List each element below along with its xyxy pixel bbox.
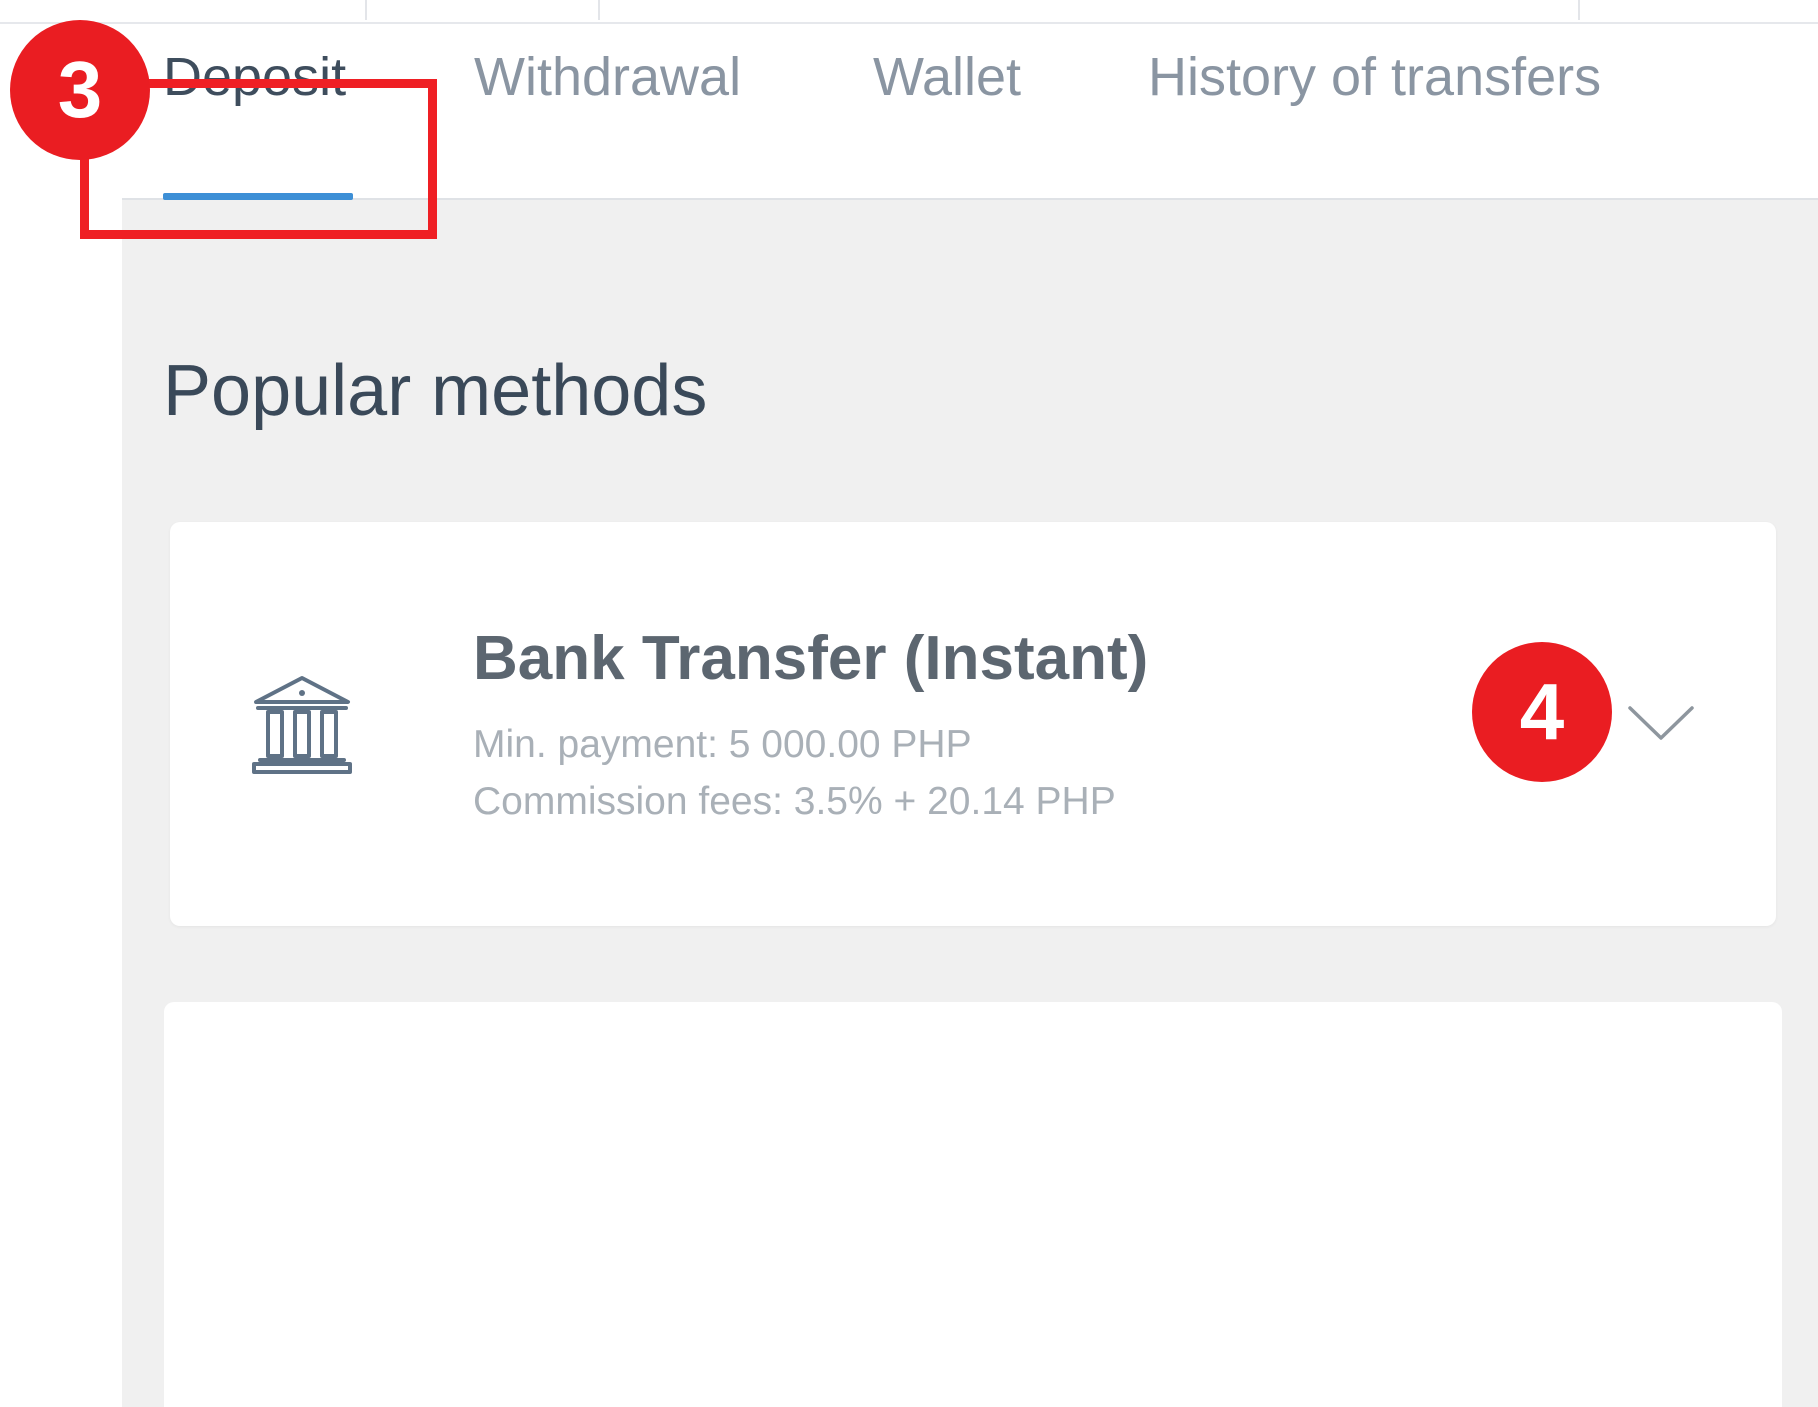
step-badge-3: 3: [10, 20, 150, 160]
top-divider: [365, 0, 367, 20]
deposit-page: Deposit Withdrawal Wallet History of tra…: [0, 0, 1818, 1407]
section-title: Popular methods: [163, 351, 708, 431]
tab-withdrawal[interactable]: Withdrawal: [474, 50, 741, 104]
tab-wallet[interactable]: Wallet: [873, 50, 1021, 104]
method-card-placeholder: [164, 1002, 1782, 1407]
bank-icon: [252, 676, 352, 774]
step-badge-4: 4: [1472, 642, 1612, 782]
top-divider: [1578, 0, 1580, 20]
tab-history-of-transfers[interactable]: History of transfers: [1148, 50, 1601, 104]
top-divider: [598, 0, 600, 20]
method-name: Bank Transfer (Instant): [473, 624, 1149, 693]
top-strip: [0, 0, 1818, 24]
method-commission: Commission fees: 3.5% + 20.14 PHP: [473, 780, 1116, 823]
method-min-payment: Min. payment: 5 000.00 PHP: [473, 723, 972, 766]
chevron-down-icon[interactable]: [1626, 702, 1696, 744]
